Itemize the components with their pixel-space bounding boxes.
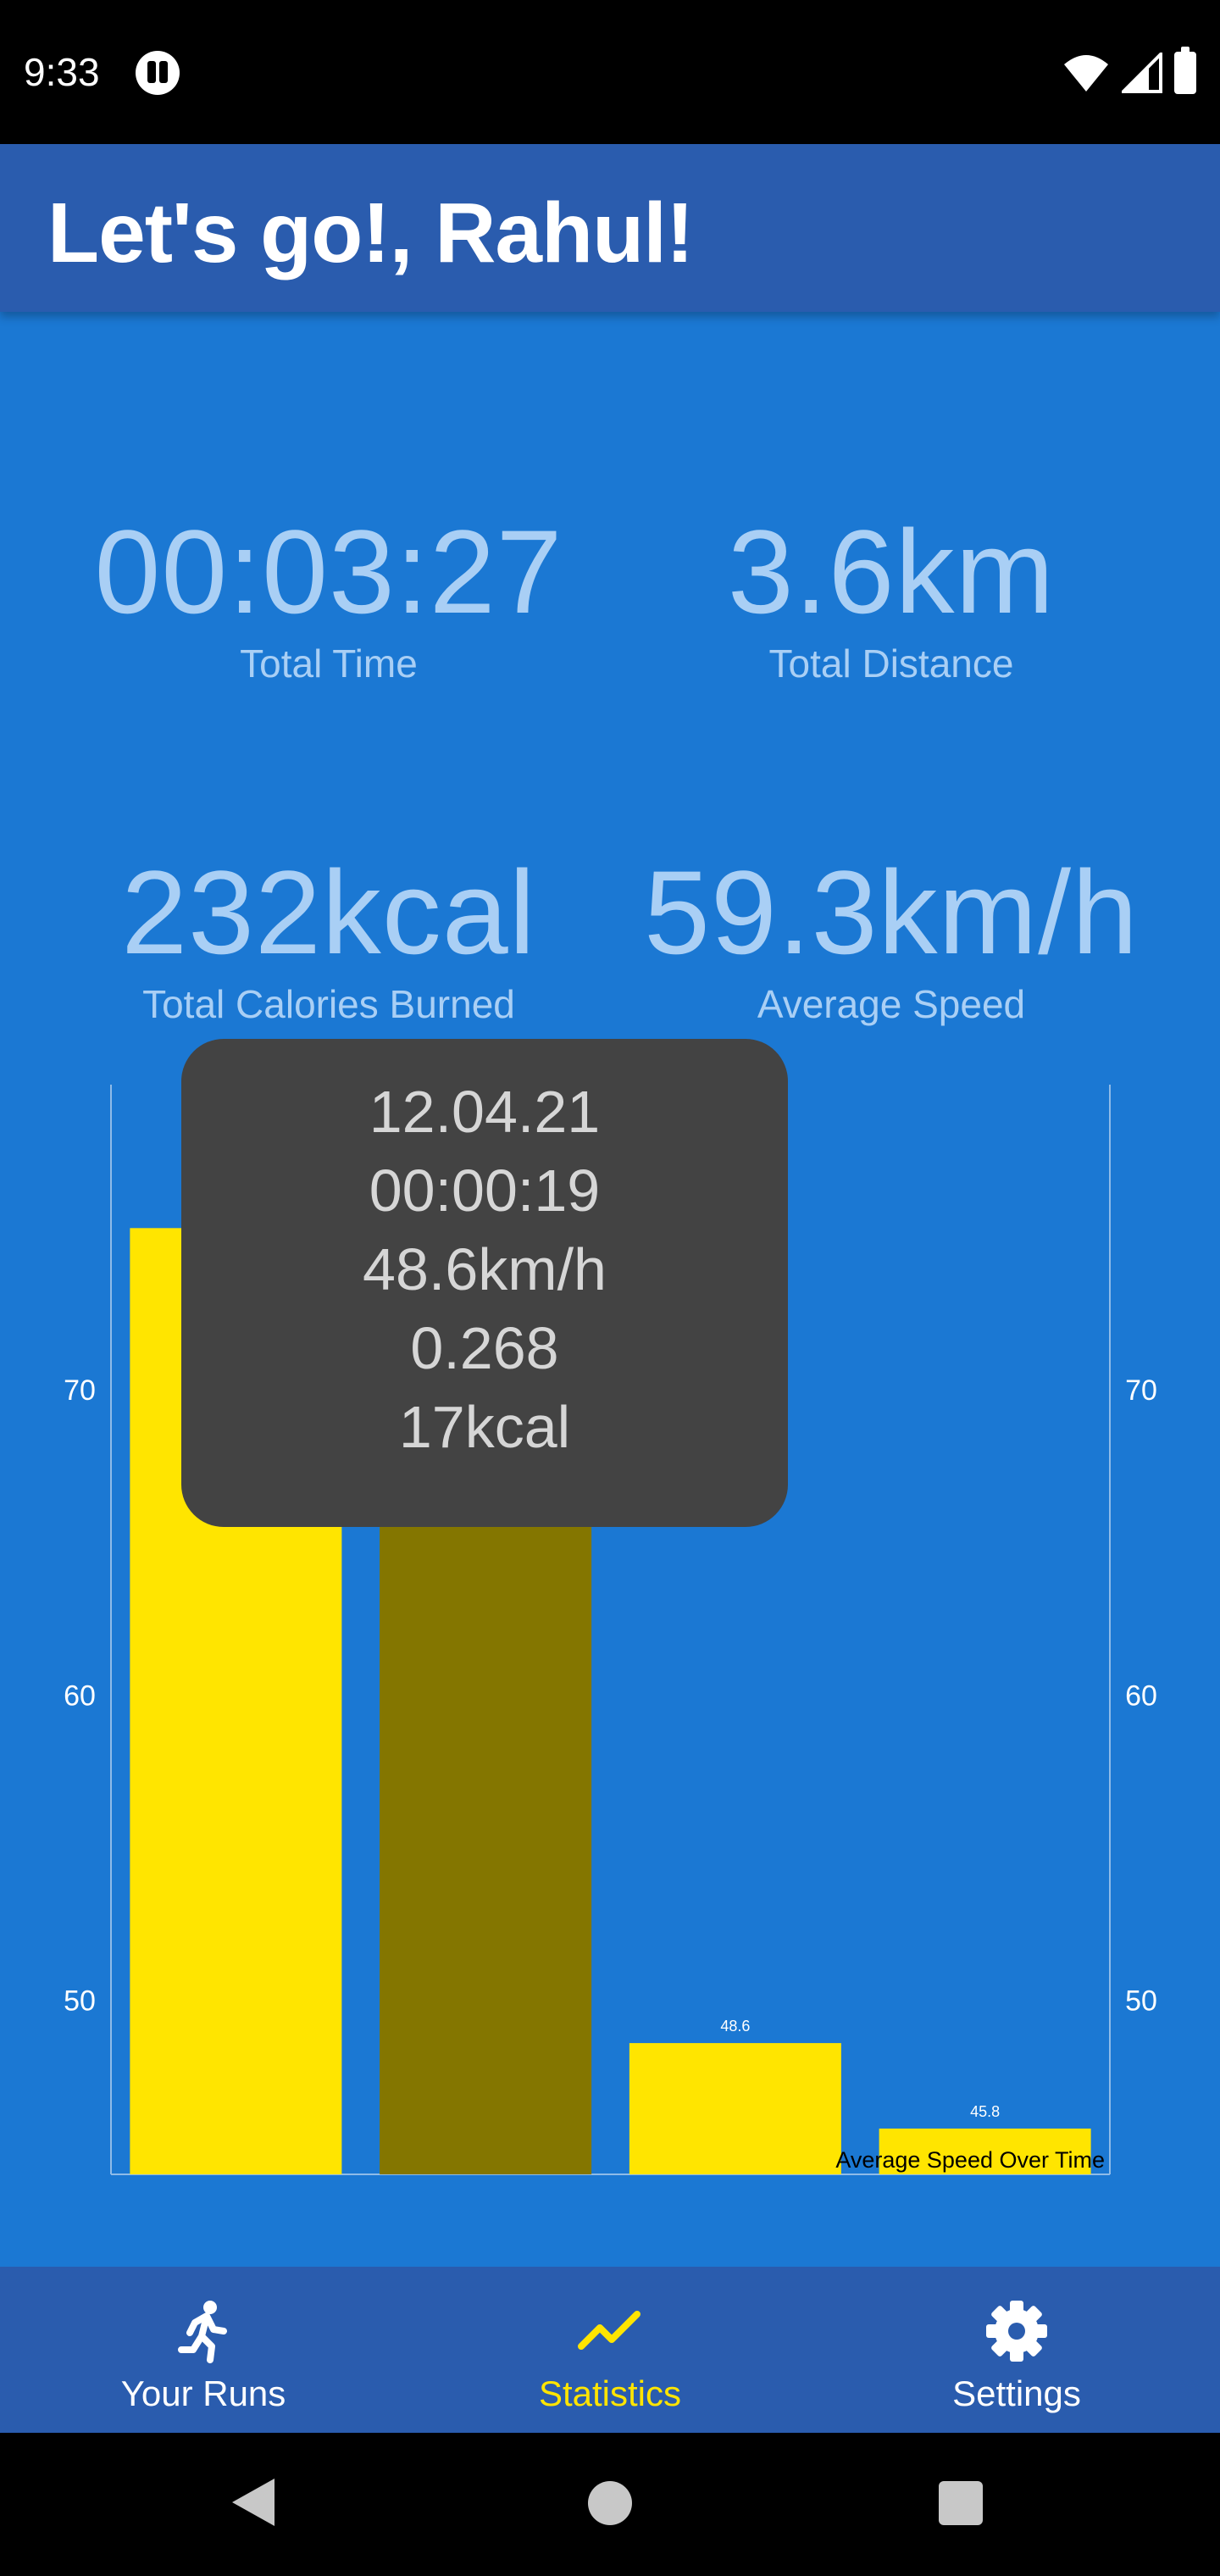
chart-bar [380, 1466, 592, 2174]
total-distance-label: Total Distance [768, 641, 1014, 686]
total-distance-stat: 3.6km Total Distance [603, 508, 1179, 686]
nav-label-your-runs: Your Runs [120, 2373, 286, 2413]
average-speed-label: Average Speed [757, 982, 1026, 1026]
y-tick-label-left: 60 [64, 1679, 96, 1712]
average-speed-stat: 59.3km/h Average Speed [603, 849, 1179, 1027]
nav-label-statistics: Statistics [538, 2373, 682, 2413]
status-time: 9:33 [24, 50, 100, 94]
chart-description-label: Average Speed Over Time [835, 2147, 1105, 2173]
y-tick-label-right: 70 [1125, 1374, 1157, 1407]
tooltip-date: 12.04.21 [369, 1079, 601, 1145]
app-notification-icon [136, 51, 180, 95]
back-icon[interactable] [232, 2479, 274, 2526]
greeting-title: Let's go!, Rahul! [47, 186, 694, 280]
total-distance-value: 3.6km [727, 505, 1056, 638]
y-tick-label-left: 50 [64, 1985, 96, 2018]
recents-icon[interactable] [939, 2481, 983, 2525]
gear-icon [986, 2301, 1047, 2362]
tooltip-duration: 00:00:19 [369, 1158, 601, 1224]
total-calories-stat: 232kcal Total Calories Burned [41, 849, 617, 1027]
signal-icon [1122, 53, 1162, 93]
tooltip-speed: 48.6km/h [363, 1236, 607, 1302]
nav-item-your-runs[interactable]: Your Runs [0, 2267, 407, 2433]
nav-item-statistics[interactable]: Statistics [407, 2267, 813, 2433]
bar-value-label: 45.8 [970, 2103, 1000, 2120]
wifi-icon [1064, 55, 1108, 92]
total-time-stat: 00:03:27 Total Time [41, 508, 617, 686]
battery-icon [1174, 47, 1196, 94]
y-tick-label-right: 60 [1125, 1679, 1157, 1712]
y-tick-label-right: 50 [1125, 1985, 1157, 2018]
nav-item-settings[interactable]: Settings [813, 2267, 1220, 2433]
tooltip-calories: 17kcal [398, 1394, 571, 1460]
app-bar: Let's go!, Rahul! [0, 144, 1220, 312]
y-tick-label-left: 70 [64, 1374, 96, 1407]
chart-bar [629, 2043, 841, 2174]
total-time-value: 00:03:27 [94, 505, 563, 638]
bottom-navigation: Your Runs Statistics Settings [0, 2267, 1220, 2433]
tooltip-distance: 0.268 [410, 1315, 559, 1381]
bar-tooltip: 12.04.21 00:00:19 48.6km/h 0.268 17kcal [181, 1039, 788, 1527]
trending-up-icon [578, 2311, 640, 2350]
status-icons [1062, 47, 1196, 97]
runner-icon [178, 2301, 227, 2363]
home-icon[interactable] [588, 2481, 632, 2525]
bar-value-label: 48.6 [720, 2018, 750, 2035]
status-bar: 9:33 [0, 0, 1220, 144]
total-calories-value: 232kcal [121, 846, 536, 979]
nav-label-settings: Settings [952, 2373, 1081, 2413]
average-speed-value: 59.3km/h [644, 846, 1139, 979]
total-calories-label: Total Calories Burned [142, 982, 515, 1026]
total-time-label: Total Time [240, 641, 418, 686]
